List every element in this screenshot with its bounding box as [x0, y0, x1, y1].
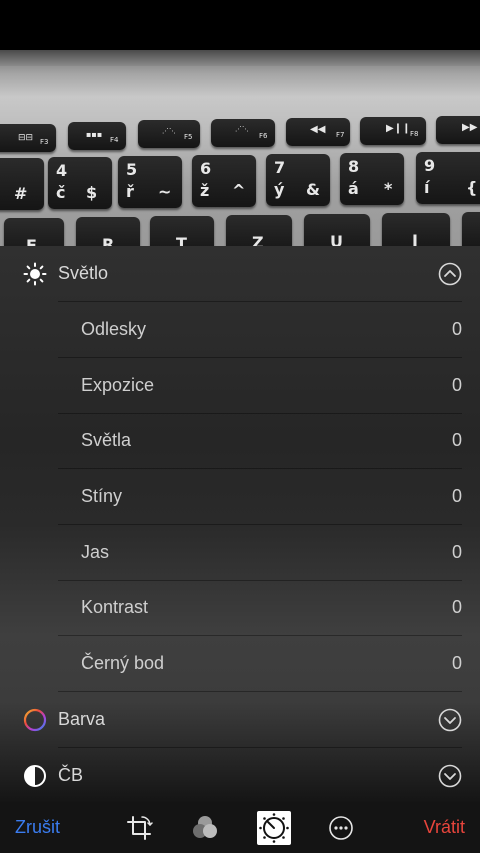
laptop-frame — [0, 50, 480, 66]
adjust-row-stiny[interactable]: Stíny 0 — [0, 469, 480, 525]
photo-preview: ⊟⊟ F3 ▪▪▪ F4 ⋰⋱ F5 ⋰⋱ F6 ◀◀ F7 ▶❙❙ F8 ▶▶… — [0, 50, 480, 246]
key-e: E — [4, 218, 64, 246]
color-wheel-icon — [23, 708, 47, 732]
key-i: I — [382, 213, 450, 246]
bottom-toolbar: Zrušit Vrátit — [0, 802, 480, 853]
adjust-row-expozice[interactable]: Expozice 0 — [0, 358, 480, 414]
top-black-bar — [0, 0, 480, 50]
adjustments-panel: Světlo Odlesky 0 Expozice 0 Světla 0 Stí… — [0, 246, 480, 802]
section-light-header[interactable]: Světlo — [0, 246, 480, 302]
key-4: 4 č $ — [48, 157, 112, 209]
section-bw-label: ČB — [58, 765, 84, 785]
adjust-dial-icon — [259, 813, 289, 843]
adjust-row-odlesky[interactable]: Odlesky 0 — [0, 302, 480, 358]
chevron-up-icon[interactable] — [438, 262, 462, 286]
key-f7: ◀◀ F7 — [286, 118, 350, 146]
adjust-label: Jas — [81, 542, 110, 562]
adjust-value: 0 — [451, 542, 462, 562]
sun-icon — [23, 262, 47, 286]
adjust-label: Expozice — [81, 375, 155, 395]
key-f8: ▶❙❙ F8 — [360, 117, 426, 145]
key-o — [462, 212, 480, 246]
key-r: R — [76, 217, 140, 246]
key-7: 7 ý & — [266, 154, 330, 206]
adjust-label: Kontrast — [81, 597, 149, 617]
adjust-row-kontrast[interactable]: Kontrast 0 — [0, 580, 480, 636]
key-9: 9 í { — [416, 152, 480, 204]
adjust-value: 0 — [451, 319, 462, 339]
section-color-label: Barva — [58, 709, 106, 729]
revert-button[interactable]: Vrátit — [424, 817, 465, 838]
adjust-row-jas[interactable]: Jas 0 — [0, 525, 480, 581]
key-u: U — [304, 214, 370, 246]
adjust-label: Odlesky — [81, 319, 147, 339]
filters-icon[interactable] — [191, 814, 219, 842]
adjust-label: Černý bod — [81, 653, 165, 673]
key-f6: ⋰⋱ F6 — [211, 119, 275, 147]
adjust-row-cerny-bod[interactable]: Černý bod 0 — [0, 636, 480, 692]
key-8: 8 á * — [340, 153, 404, 205]
key-f4: ▪▪▪ F4 — [68, 122, 126, 150]
adjust-value: 0 — [451, 486, 462, 506]
adjust-value: 0 — [451, 597, 462, 617]
adjust-label: Světla — [81, 430, 132, 450]
chevron-down-icon[interactable] — [438, 708, 462, 732]
cancel-button[interactable]: Zrušit — [15, 817, 60, 838]
adjust-label: Stíny — [81, 486, 123, 506]
key-6: 6 ž ^ — [192, 155, 256, 207]
key-5: 5 ř ~ — [118, 156, 182, 208]
key-f5: ⋰⋱ F5 — [138, 120, 200, 148]
adjust-row-svetla[interactable]: Světla 0 — [0, 413, 480, 469]
key-f9: ▶▶ — [436, 116, 480, 144]
chevron-down-icon[interactable] — [438, 764, 462, 788]
adjust-tool-button[interactable] — [257, 811, 291, 845]
section-light-label: Světlo — [58, 263, 109, 283]
adjust-value: 0 — [451, 375, 462, 395]
key-t: T — [150, 216, 214, 246]
section-color-header[interactable]: Barva — [0, 692, 480, 748]
more-icon[interactable] — [327, 814, 355, 842]
half-circle-icon — [24, 765, 46, 787]
section-bw-header[interactable]: ČB — [0, 748, 480, 804]
crop-rotate-icon[interactable] — [125, 814, 153, 842]
adjust-value: 0 — [451, 430, 462, 450]
key-z: Z — [226, 215, 292, 246]
key-3: # — [0, 158, 44, 210]
key-f3: ⊟⊟ F3 — [0, 124, 56, 152]
adjust-value: 0 — [451, 653, 462, 673]
